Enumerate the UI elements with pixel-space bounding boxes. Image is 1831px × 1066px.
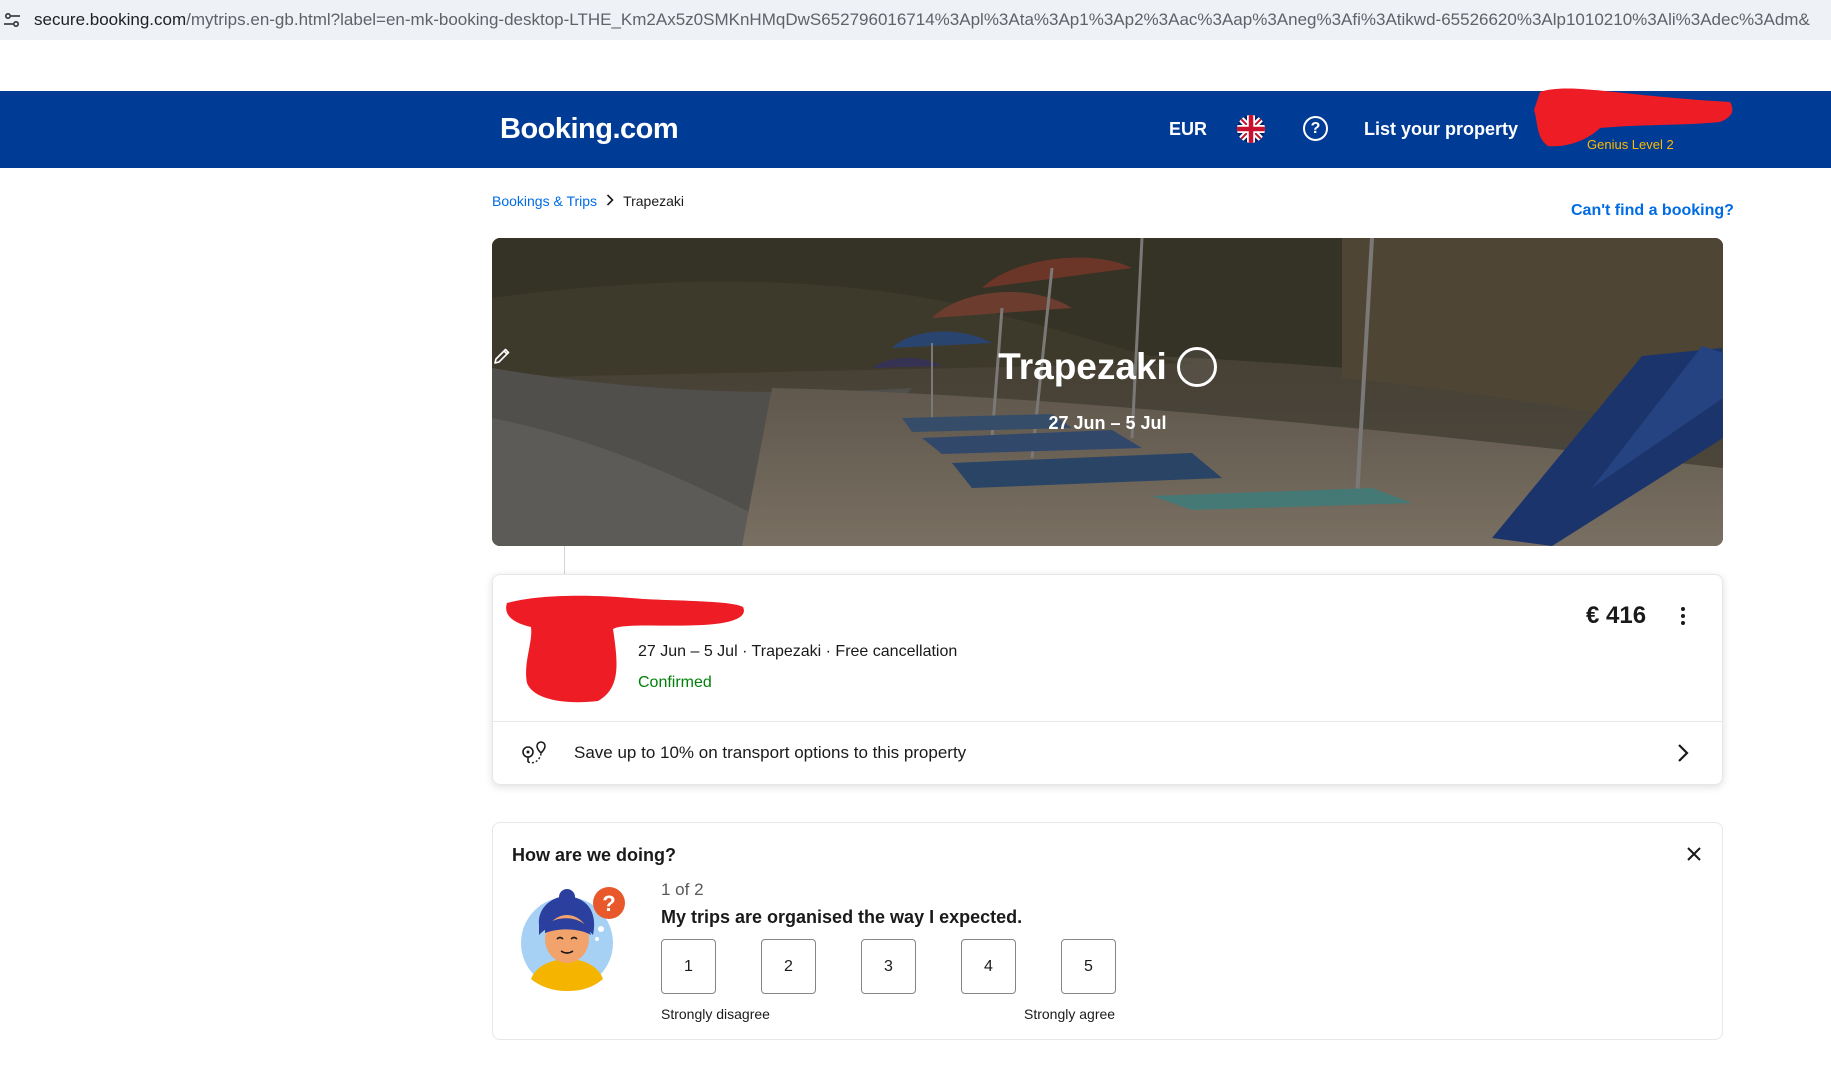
booking-price: € 416 <box>1586 602 1647 629</box>
rating-button-5[interactable]: 5 <box>1061 939 1116 994</box>
breadcrumb-bookings-trips[interactable]: Bookings & Trips <box>492 193 597 209</box>
trip-title: Trapezaki <box>998 346 1167 387</box>
scale-min-label: Strongly disagree <box>661 1006 770 1022</box>
more-options-icon[interactable] <box>1673 602 1693 630</box>
uk-flag-icon[interactable] <box>1237 115 1265 143</box>
beach-photo <box>492 238 1723 546</box>
help-icon[interactable]: ? <box>1303 116 1328 141</box>
url-text[interactable]: secure.booking.com/mytrips.en-gb.html?la… <box>34 10 1824 30</box>
transport-offer-row[interactable]: Save up to 10% on transport options to t… <box>493 722 1722 785</box>
trip-dates: 27 Jun – 5 Jul <box>1048 413 1167 433</box>
chevron-right-icon <box>606 193 614 209</box>
genius-level-label: Genius Level 2 <box>1587 137 1674 152</box>
close-icon[interactable] <box>1683 843 1705 865</box>
booking-status: Confirmed <box>638 674 712 691</box>
svg-text:?: ? <box>602 891 615 916</box>
breadcrumb-current: Trapezaki <box>623 193 685 209</box>
rating-button-1[interactable]: 1 <box>661 939 716 994</box>
trip-hero-image: Trapezaki 27 Jun – 5 Jul <box>492 238 1723 546</box>
cant-find-booking-link[interactable]: Can't find a booking? <box>1571 202 1734 220</box>
booking-logo[interactable]: Booking.com <box>500 113 679 146</box>
edit-pencil-icon[interactable] <box>494 347 1217 387</box>
feedback-survey-card: How are we doing? ? 1 of 2 My trips are … <box>492 822 1723 1040</box>
site-settings-icon[interactable] <box>2 10 22 30</box>
browser-address-bar[interactable]: secure.booking.com/mytrips.en-gb.html?la… <box>0 0 1831 40</box>
survey-person-illustration: ? <box>521 887 625 991</box>
currency-selector[interactable]: EUR <box>1169 119 1207 140</box>
url-host: secure.booking.com <box>34 10 187 29</box>
route-pin-icon <box>522 741 546 764</box>
url-path: /mytrips.en-gb.html?label=en-mk-booking-… <box>186 10 1810 29</box>
list-your-property-link[interactable]: List your property <box>1364 119 1518 140</box>
booking-details: 27 Jun – 5 Jul · Trapezaki · Free cancel… <box>638 643 958 660</box>
timeline-connector <box>564 546 565 574</box>
rating-button-2[interactable]: 2 <box>761 939 816 994</box>
rating-scale: 1 2 3 4 5 <box>661 939 1161 994</box>
breadcrumb: Bookings & Trips Trapezaki <box>492 193 684 209</box>
feedback-title: How are we doing? <box>512 845 677 865</box>
rating-button-4[interactable]: 4 <box>961 939 1016 994</box>
transport-offer-text: Save up to 10% on transport options to t… <box>574 743 967 762</box>
chevron-right-icon <box>1678 744 1689 762</box>
scale-max-label: Strongly agree <box>1024 1006 1116 1022</box>
booking-card[interactable]: 27 Jun – 5 Jul · Trapezaki · Free cancel… <box>492 574 1723 785</box>
rating-button-3[interactable]: 3 <box>861 939 916 994</box>
survey-question: My trips are organised the way I expecte… <box>661 907 1023 927</box>
survey-progress: 1 of 2 <box>661 880 704 899</box>
